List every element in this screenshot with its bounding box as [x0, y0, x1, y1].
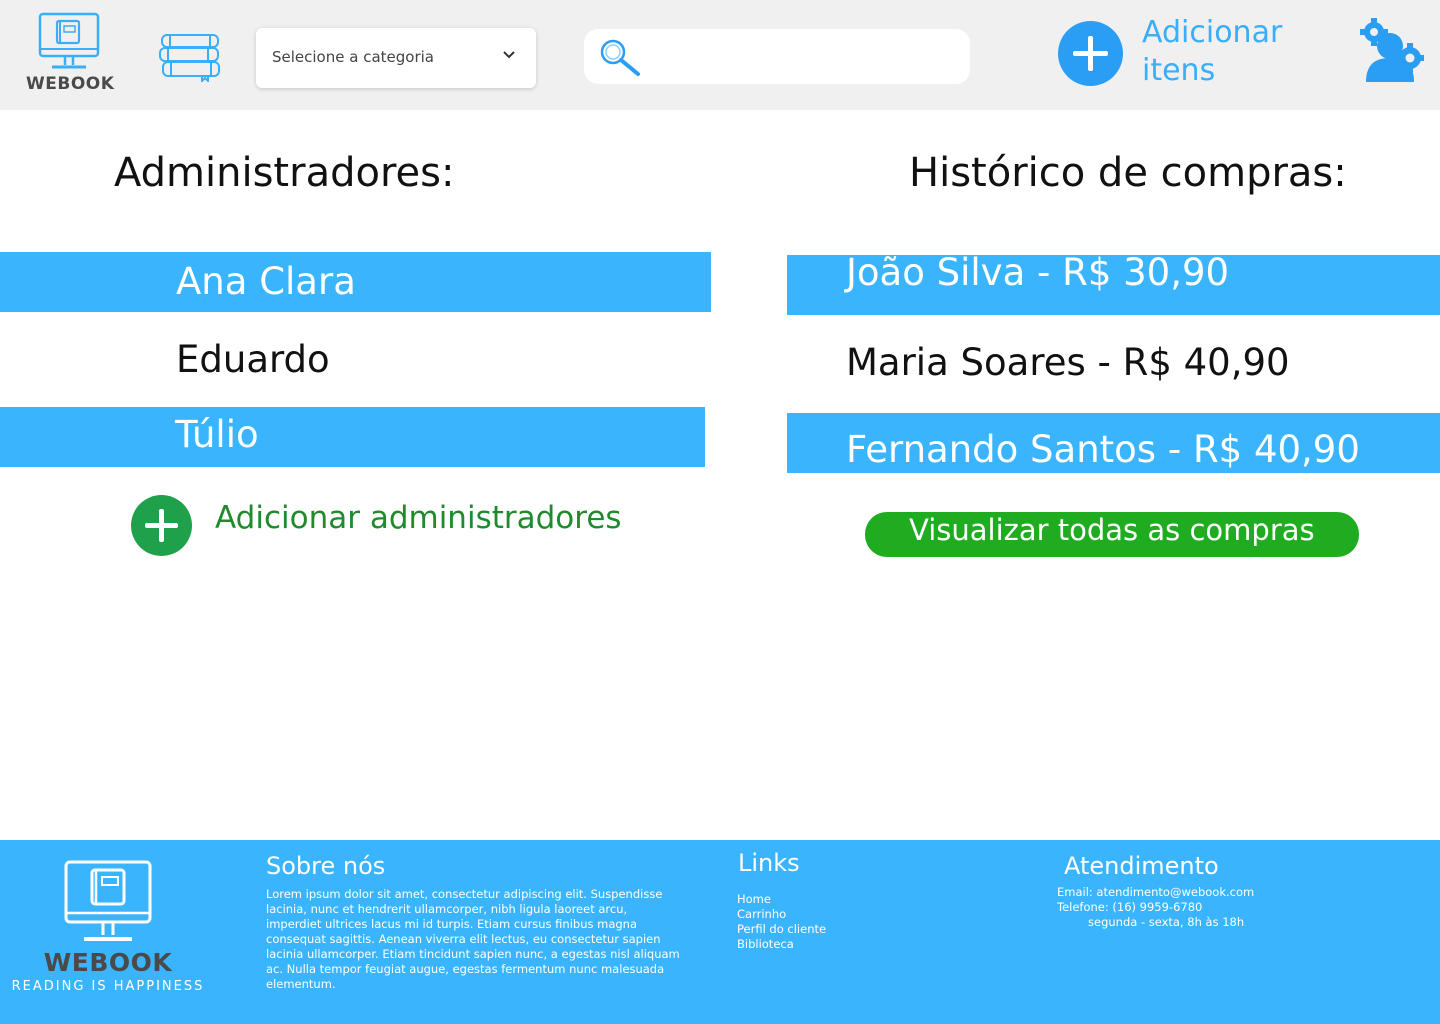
- user-settings-icon[interactable]: [1360, 18, 1424, 84]
- admin-name: Ana Clara: [176, 260, 356, 303]
- service-hours: segunda - sexta, 8h às 18h: [1088, 915, 1245, 929]
- footer: WEBOOK READING IS HAPPINESS Sobre nós Lo…: [0, 840, 1440, 1024]
- service-info: Email: atendimento@webook.com Telefone: …: [1057, 885, 1254, 930]
- monitor-book-icon: [38, 12, 100, 69]
- footer-logo: WEBOOK READING IS HAPPINESS: [10, 860, 206, 1020]
- view-all-label: Visualizar todas as compras: [909, 513, 1315, 547]
- purchase-text: Fernando Santos - R$ 40,90: [846, 428, 1360, 471]
- admin-item[interactable]: Eduardo: [0, 332, 711, 392]
- about-title: Sobre nós: [266, 852, 386, 880]
- footer-link-cart[interactable]: Carrinho: [737, 907, 826, 922]
- view-all-purchases-button[interactable]: Visualizar todas as compras: [865, 512, 1359, 557]
- books-stack-icon[interactable]: [158, 32, 224, 84]
- admin-name: Túlio: [175, 413, 259, 456]
- footer-tagline: READING IS HAPPINESS: [11, 979, 205, 994]
- search-bar: [584, 29, 970, 84]
- purchase-item[interactable]: Maria Soares - R$ 40,90: [787, 333, 1440, 393]
- service-phone: Telefone: (16) 9959-6780: [1057, 900, 1203, 914]
- footer-brand: WEBOOK: [43, 948, 173, 977]
- admin-item[interactable]: Ana Clara: [0, 252, 711, 312]
- search-input[interactable]: [650, 39, 950, 75]
- admin-item[interactable]: Túlio: [0, 407, 705, 467]
- purchase-item[interactable]: Fernando Santos - R$ 40,90: [787, 413, 1440, 473]
- monitor-book-icon: [64, 860, 152, 941]
- plus-circle-icon: [1058, 21, 1123, 86]
- links-title: Links: [738, 849, 800, 877]
- service-email: Email: atendimento@webook.com: [1057, 885, 1255, 899]
- admin-name: Eduardo: [176, 338, 330, 381]
- category-select-label: Selecione a categoria: [272, 48, 434, 66]
- service-title: Atendimento: [1064, 852, 1219, 880]
- about-text: Lorem ipsum dolor sit amet, consectetur …: [266, 887, 680, 991]
- admins-title: Administradores:: [114, 150, 455, 196]
- add-items-button[interactable]: Adicionar itens: [1058, 15, 1298, 92]
- add-admin-label: Adicionar administradores: [215, 500, 622, 536]
- footer-link-profile[interactable]: Perfil do cliente: [737, 922, 826, 937]
- add-items-label: Adicionar itens: [1142, 15, 1283, 88]
- footer-link-library[interactable]: Biblioteca: [737, 937, 826, 952]
- chevron-down-icon: [503, 51, 515, 59]
- history-title: Histórico de compras:: [909, 150, 1347, 196]
- footer-links: Home Carrinho Perfil do cliente Bibliote…: [737, 892, 826, 952]
- search-icon[interactable]: [598, 37, 642, 77]
- add-admin-button[interactable]: Adicionar administradores: [131, 494, 651, 556]
- purchase-text: João Silva - R$ 30,90: [846, 251, 1230, 294]
- logo-text: WEBOOK: [26, 74, 115, 94]
- plus-circle-icon: [131, 495, 192, 556]
- purchase-item[interactable]: João Silva - R$ 30,90: [787, 251, 1440, 315]
- header: WEBOOK Selecione a categoria Adicionar i…: [0, 0, 1440, 110]
- purchase-text: Maria Soares - R$ 40,90: [846, 341, 1290, 384]
- logo[interactable]: WEBOOK: [26, 12, 115, 96]
- category-select[interactable]: Selecione a categoria: [256, 28, 536, 88]
- footer-link-home[interactable]: Home: [737, 892, 826, 907]
